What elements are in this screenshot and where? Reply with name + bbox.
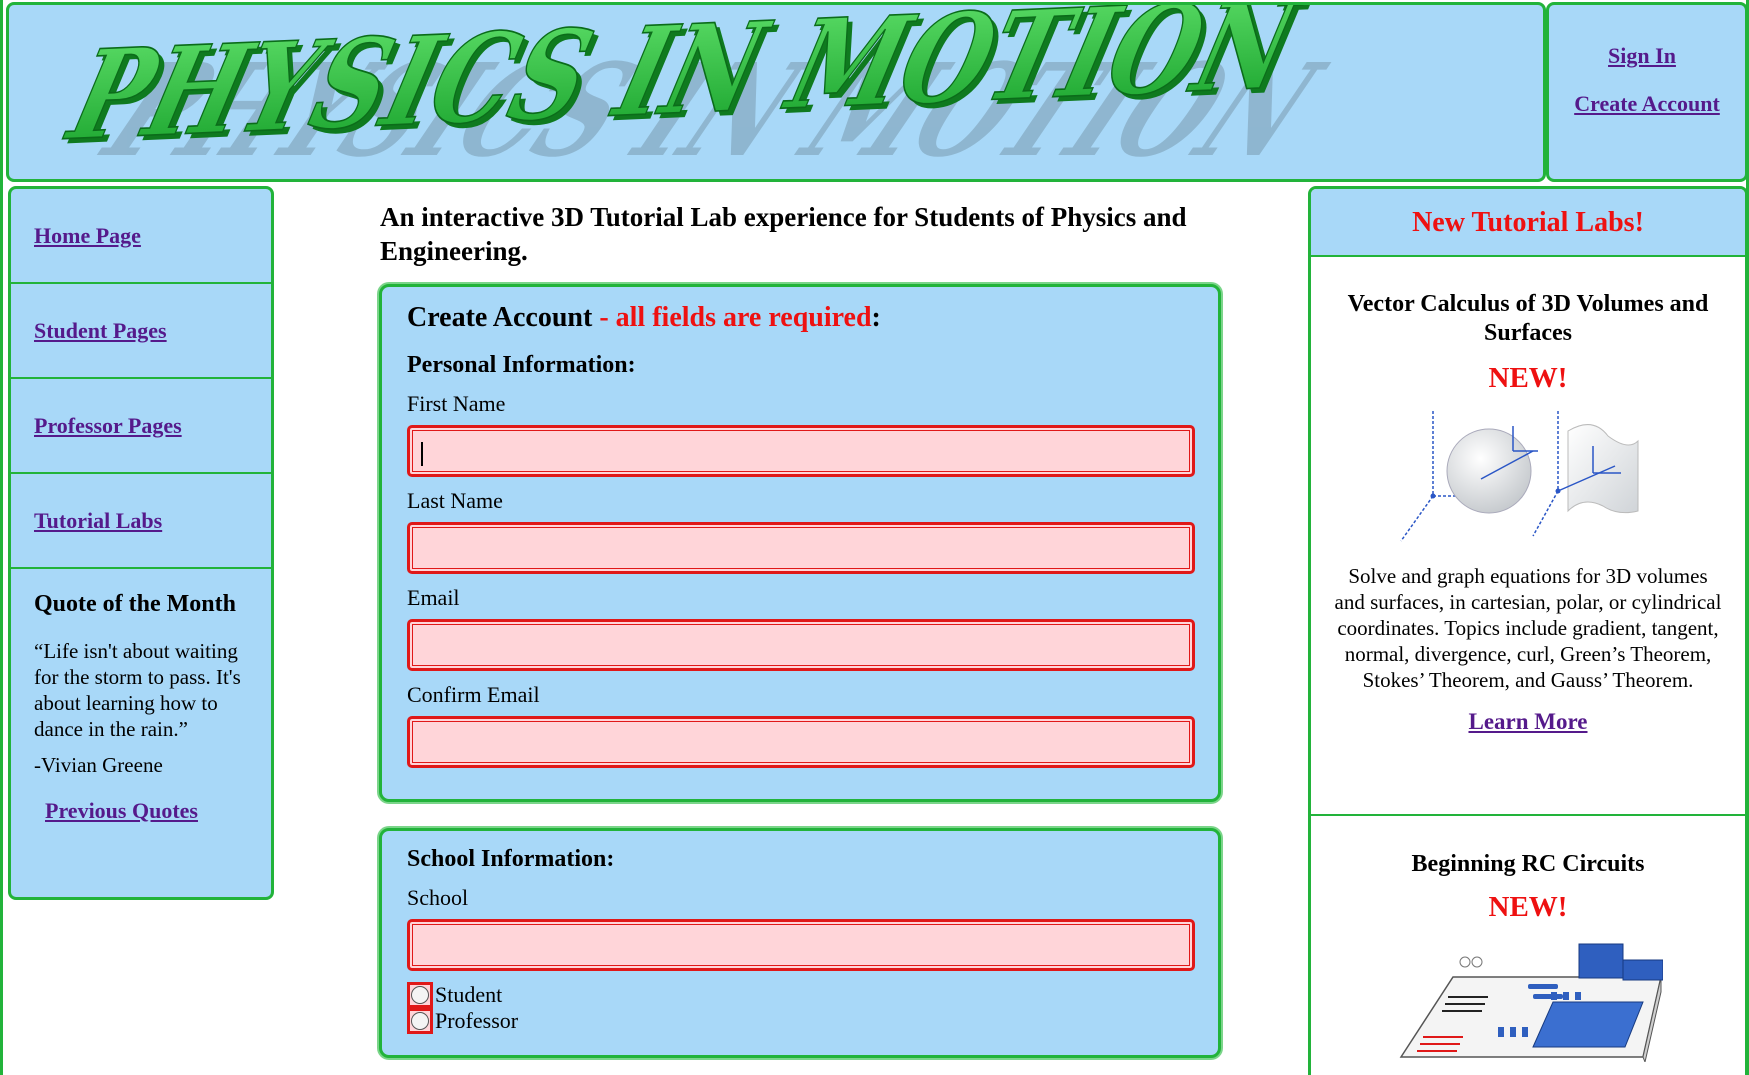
- professor-pages-link[interactable]: Professor Pages: [34, 413, 182, 439]
- personal-info-heading: Personal Information:: [407, 352, 636, 378]
- sign-in-link[interactable]: Sign In: [1549, 43, 1735, 69]
- school-info-heading: School Information:: [407, 846, 615, 872]
- sidebar-item-home: Home Page: [11, 189, 271, 284]
- first-name-label: First Name: [407, 391, 506, 416]
- school-label: School: [407, 885, 469, 910]
- home-page-link[interactable]: Home Page: [34, 223, 141, 249]
- student-radio-label: Student: [435, 982, 503, 1007]
- left-sidebar: Home Page Student Pages Professor Pages …: [8, 186, 274, 900]
- professor-radio[interactable]: [407, 1008, 433, 1034]
- email-input[interactable]: [407, 619, 1195, 671]
- tutorial-labs-link[interactable]: Tutorial Labs: [34, 508, 162, 534]
- quote-author: -Vivian Greene: [34, 753, 163, 777]
- school-info-panel: School Information: School Student Profe…: [379, 828, 1221, 1058]
- form-title: Create Account - all fields are required…: [407, 302, 1193, 334]
- professor-option: Professor: [407, 1008, 1193, 1034]
- lab-title: Vector Calculus of 3D Volumes and Surfac…: [1347, 291, 1709, 346]
- last-name-input[interactable]: [407, 522, 1195, 574]
- lab-card-vector-calculus: Vector Calculus of 3D Volumes and Surfac…: [1311, 257, 1745, 816]
- quote-text: “Life isn't about waiting for the storm …: [34, 639, 241, 741]
- create-account-title: Create Account: [407, 302, 593, 333]
- student-pages-link[interactable]: Student Pages: [34, 318, 167, 344]
- title-colon: :: [871, 302, 881, 333]
- new-badge: NEW!: [1488, 362, 1568, 394]
- sidebar-item-professor: Professor Pages: [11, 379, 271, 474]
- sidebar-item-student: Student Pages: [11, 284, 271, 379]
- page: PHYSICS IN MOTION PHYSICS IN MOTION PHYS…: [0, 0, 1749, 1075]
- page-heading: An interactive 3D Tutorial Lab experienc…: [380, 202, 1187, 266]
- text-caret: [421, 442, 423, 466]
- create-account-link[interactable]: Create Account: [1549, 91, 1745, 117]
- site-banner: PHYSICS IN MOTION PHYSICS IN MOTION PHYS…: [6, 2, 1546, 182]
- learn-more-link[interactable]: Learn More: [1468, 709, 1587, 734]
- physics-in-motion-logo: PHYSICS IN MOTION PHYSICS IN MOTION PHYS…: [53, 5, 1346, 179]
- student-option: Student: [407, 982, 1193, 1008]
- right-sidebar: New Tutorial Labs! Vector Calculus of 3D…: [1308, 186, 1746, 1075]
- new-badge: NEW!: [1488, 891, 1568, 923]
- new-labs-heading: New Tutorial Labs!: [1311, 189, 1745, 257]
- previous-quotes-link[interactable]: Previous Quotes: [45, 798, 253, 824]
- lab-card-rc-circuits: Beginning RC Circuits NEW!: [1311, 816, 1745, 1067]
- rc-circuit-illustration: [1399, 943, 1664, 1064]
- personal-info-panel: Create Account - all fields are required…: [379, 284, 1221, 802]
- sidebar-item-tutorial-labs: Tutorial Labs: [11, 474, 271, 569]
- confirm-email-label: Confirm Email: [407, 682, 540, 707]
- professor-radio-label: Professor: [435, 1008, 519, 1033]
- quote-of-the-month: Quote of the Month “Life isn't about wai…: [11, 569, 271, 824]
- first-name-input[interactable]: [407, 425, 1195, 477]
- email-label: Email: [407, 585, 460, 610]
- confirm-email-input[interactable]: [407, 716, 1195, 768]
- quote-title: Quote of the Month: [34, 591, 236, 617]
- school-input[interactable]: [407, 919, 1195, 971]
- account-links: Sign In Create Account: [1546, 2, 1746, 182]
- vector-calculus-illustration: [1400, 411, 1639, 542]
- required-note: - all fields are required: [592, 302, 872, 333]
- radio-circle: [411, 986, 429, 1004]
- last-name-label: Last Name: [407, 488, 503, 513]
- lab-title: Beginning RC Circuits: [1411, 851, 1645, 877]
- lab-description: Solve and graph equations for 3D volumes…: [1334, 564, 1722, 692]
- radio-circle: [411, 1012, 429, 1030]
- student-radio[interactable]: [407, 982, 433, 1008]
